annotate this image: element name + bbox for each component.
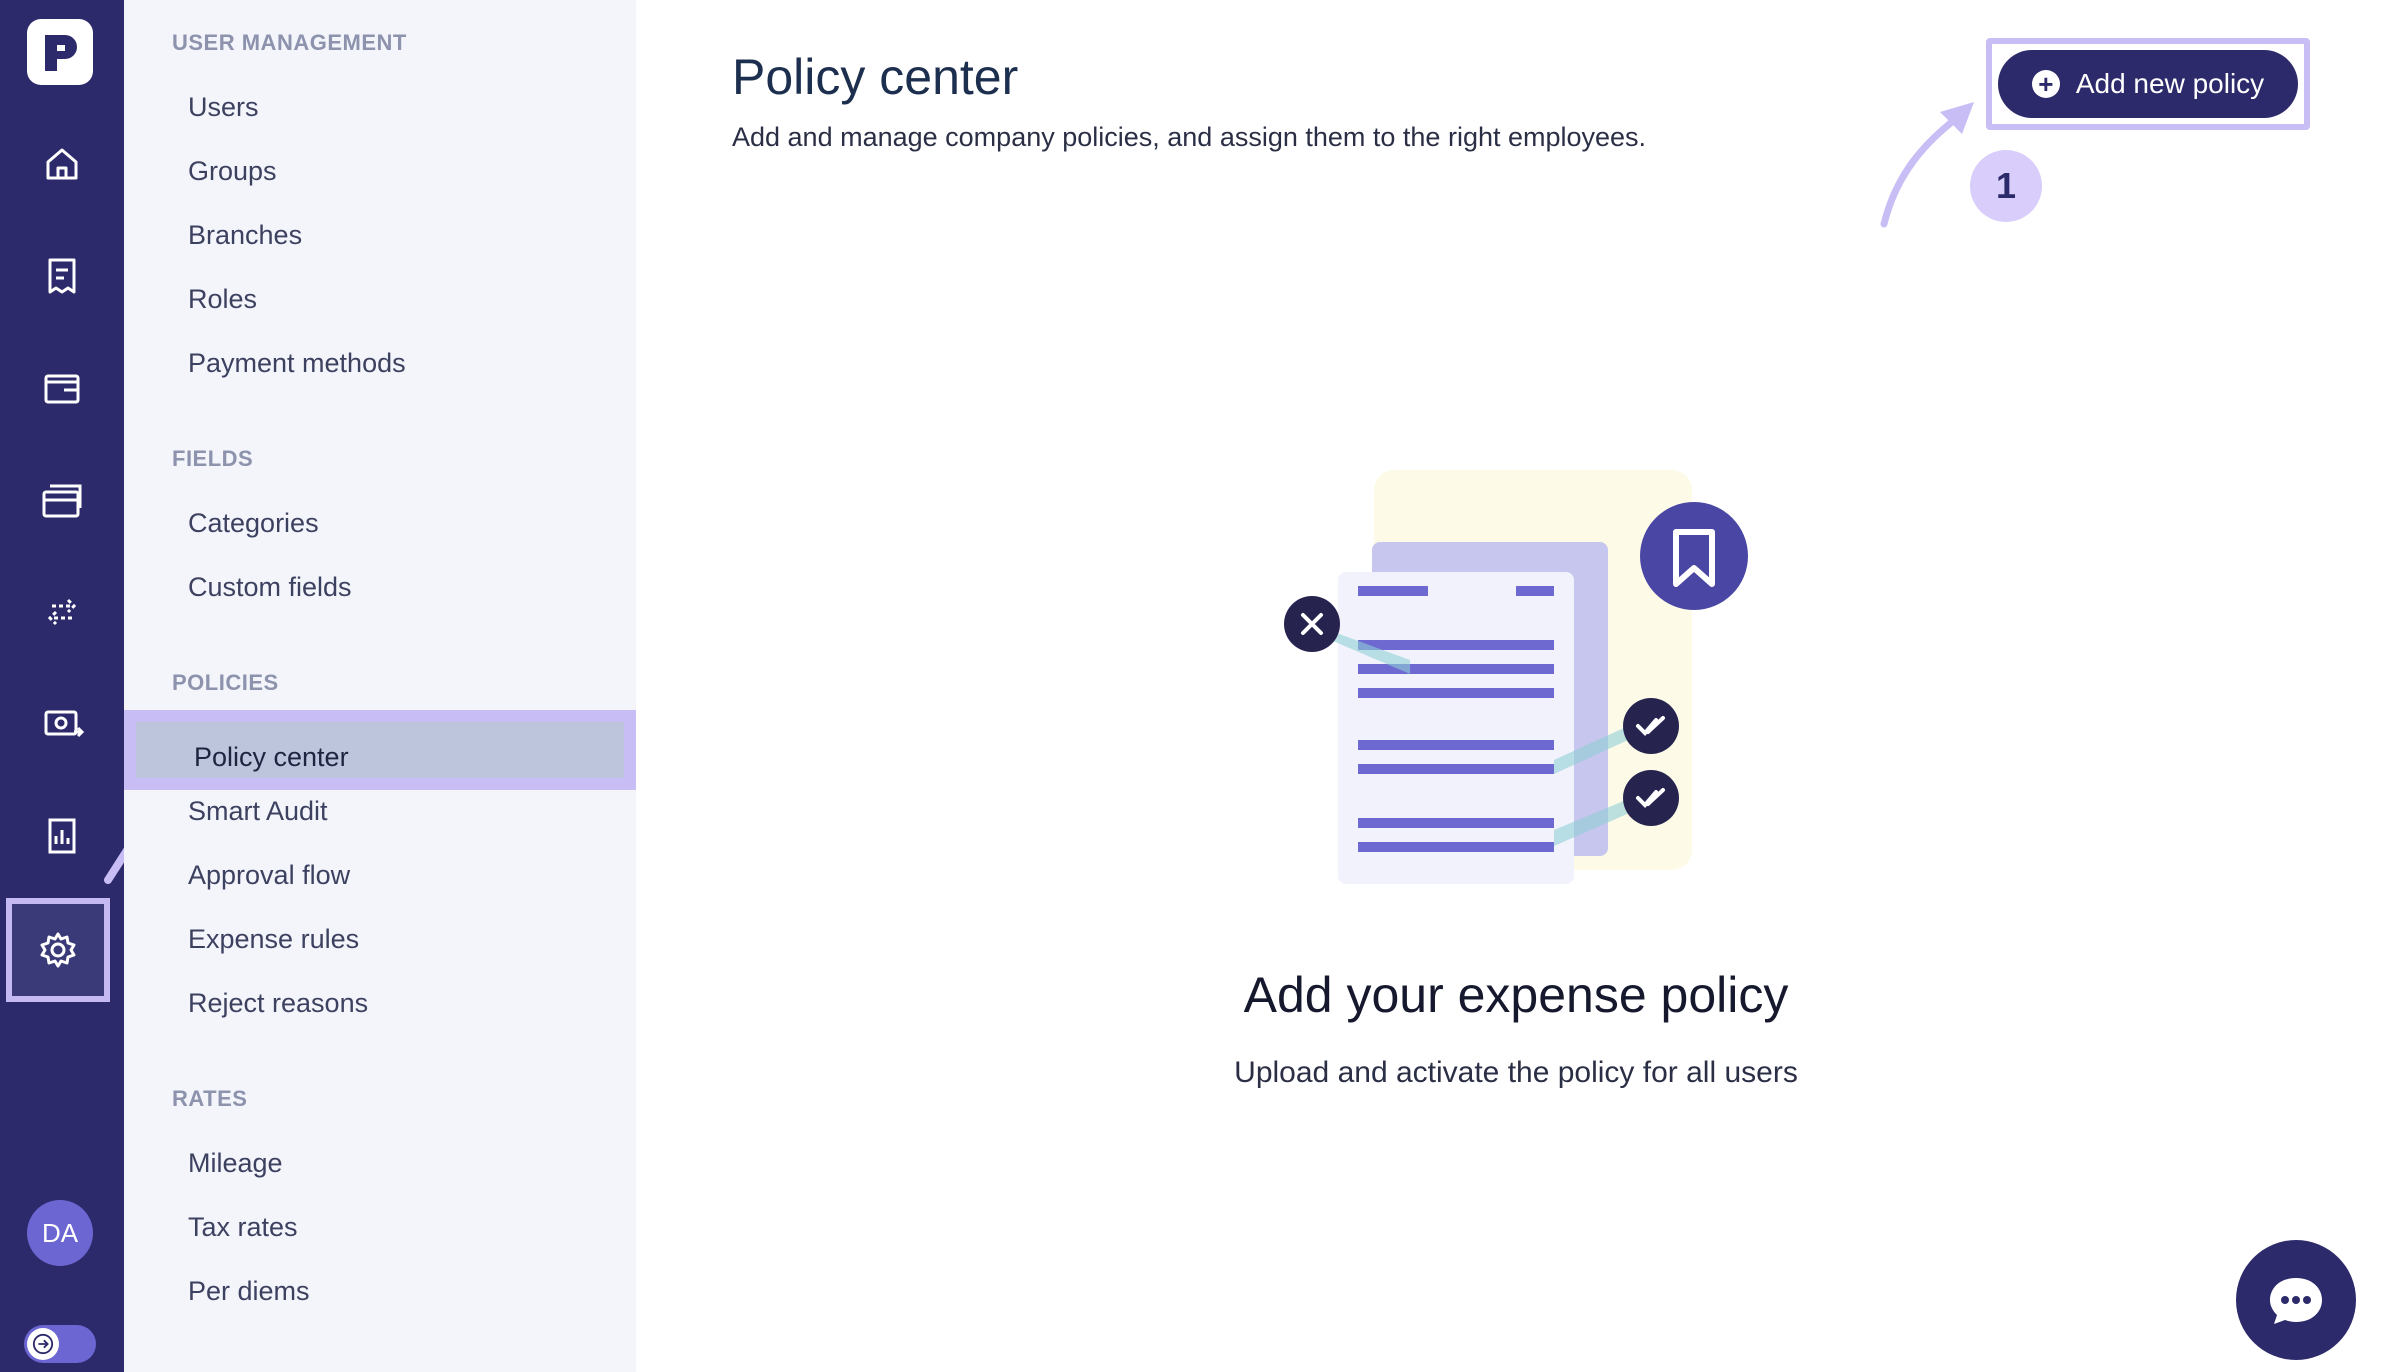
page-title: Policy center [732,49,1019,105]
policy-document-illustration [1284,470,1748,884]
add-button-highlight: + Add new policy [1986,38,2310,130]
sidebar-item-expense-rules[interactable]: Expense rules [188,924,359,955]
reports-icon[interactable] [18,792,106,880]
section-title-fields: FIELDS [172,446,254,471]
page-subtitle: Add and manage company policies, and ass… [732,122,1647,152]
wallet-icon[interactable] [18,344,106,432]
sidebar-item-tax-rates[interactable]: Tax rates [188,1212,298,1243]
add-new-policy-label: Add new policy [2075,68,2265,99]
section-title-rates: RATES [172,1086,248,1111]
step-badge: 1 [1970,150,2042,222]
app-rail: DA [0,0,166,1372]
empty-state-subtitle: Upload and activate the policy for all u… [1234,1056,1798,1089]
cards-icon[interactable] [18,456,106,544]
section-title-user-management: USER MANAGEMENT [172,30,407,55]
section-title-policies: POLICIES [172,670,279,695]
arrow-right-icon [27,1328,59,1360]
logo-icon[interactable] [27,19,93,85]
plus-icon: + [2031,70,2060,98]
sidebar-item-users[interactable]: Users [188,92,259,123]
empty-state-title: Add your expense policy [1243,967,1789,1023]
sidebar-item-label: Policy center [194,742,349,772]
active-highlight: Policy center [136,722,624,778]
sidebar-item-custom-fields[interactable]: Custom fields [188,572,352,603]
annotation-arrow-icon [1880,102,1974,228]
home-icon[interactable] [18,120,106,208]
sidebar-item-categories[interactable]: Categories [188,508,319,539]
chat-icon [2270,1278,2322,1324]
sidebar-item-reject-reasons[interactable]: Reject reasons [188,988,368,1019]
sidebar-item-branches[interactable]: Branches [188,220,302,251]
sidebar-item-payment-methods[interactable]: Payment methods [188,348,406,379]
receipt-icon[interactable] [18,232,106,320]
sidebar-item-roles[interactable]: Roles [188,284,257,315]
settings-icon[interactable] [6,898,110,1002]
sidebar-item-policy-center[interactable]: Policy center [124,710,636,790]
transfer-icon[interactable] [18,568,106,656]
settings-sidebar: USER MANAGEMENT Users Groups Branches Ro… [124,0,636,1372]
sidebar-item-mileage[interactable]: Mileage [188,1148,283,1179]
sidebar-item-per-diems[interactable]: Per diems [188,1276,310,1307]
add-new-policy-button[interactable]: + Add new policy [1998,50,2298,118]
chat-button[interactable] [2236,1240,2356,1360]
collapse-toggle[interactable] [24,1325,96,1363]
sidebar-item-groups[interactable]: Groups [188,156,277,187]
sidebar-item-smart-audit[interactable]: Smart Audit [188,796,328,827]
avatar[interactable]: DA [27,1200,93,1266]
sidebar-item-approval-flow[interactable]: Approval flow [188,860,350,891]
reimburse-icon[interactable] [18,680,106,768]
